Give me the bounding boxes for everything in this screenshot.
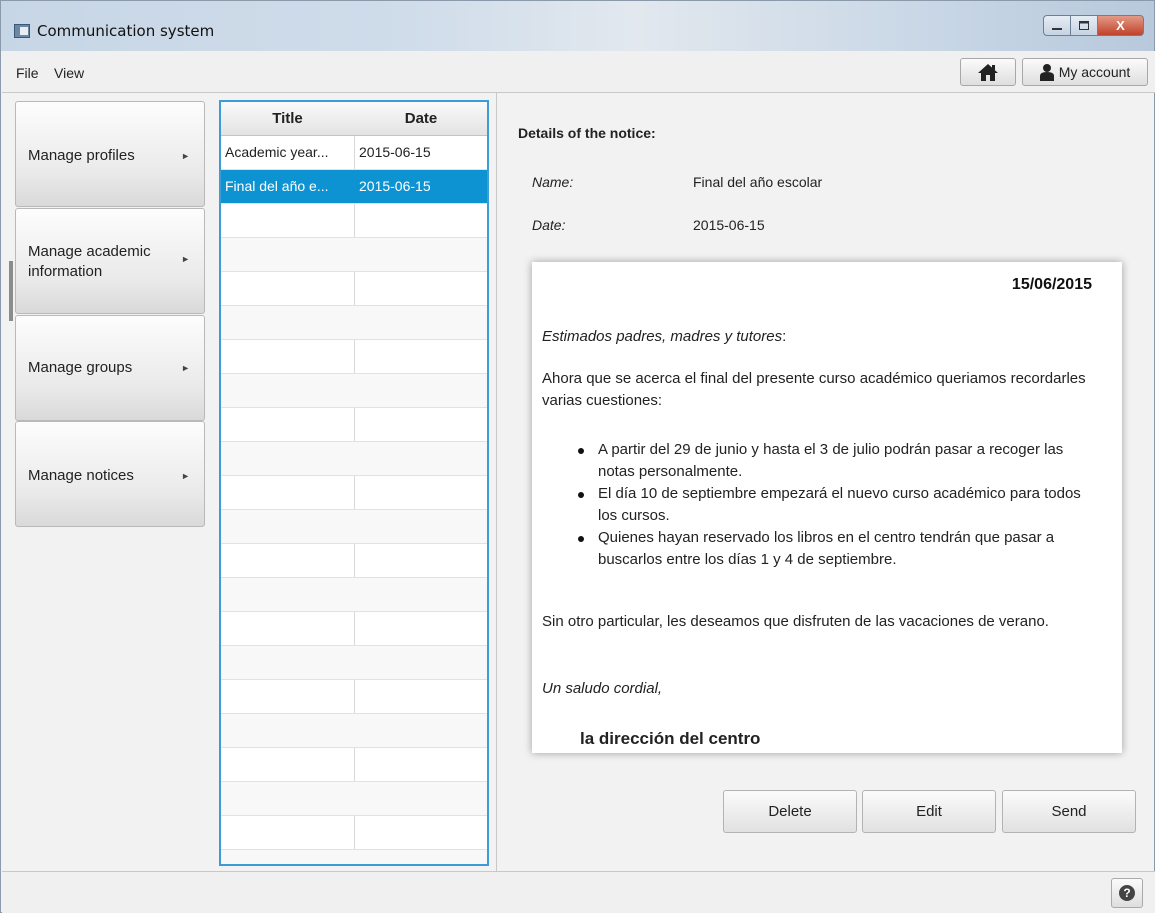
notice-greeting-colon: : <box>782 328 787 345</box>
my-account-button[interactable]: My account <box>1022 58 1148 86</box>
cell-date: 2015-06-15 <box>359 178 431 194</box>
table-row[interactable] <box>221 306 487 340</box>
table-header: Title Date <box>221 102 487 136</box>
notices-table[interactable]: Title Date Academic year... 2015-06-15 Fin… <box>219 100 489 866</box>
delete-button[interactable]: Delete <box>723 790 857 833</box>
bullet-text: A partir del 29 de junio y hasta el 3 de… <box>598 441 1064 480</box>
cell-title: Final del año e... <box>225 178 329 194</box>
column-header-title[interactable]: Title <box>221 102 354 136</box>
window-controls: X <box>1043 15 1144 37</box>
bullet-text: Quienes hayan reservado los libros en el… <box>598 529 1055 568</box>
maximize-button[interactable] <box>1071 15 1098 36</box>
my-account-label: My account <box>1058 64 1131 80</box>
column-header-date[interactable]: Date <box>355 102 487 136</box>
table-row[interactable] <box>221 272 487 306</box>
notice-preview[interactable]: 15/06/2015 Estimados padres, madres y tu… <box>532 262 1122 753</box>
help-button[interactable]: ? <box>1111 878 1143 908</box>
sidebar-item-label: Manage profiles <box>28 147 135 164</box>
table-row[interactable] <box>221 510 487 544</box>
table-row[interactable] <box>221 204 487 238</box>
table-row[interactable] <box>221 748 487 782</box>
menu-bar: File View My account <box>2 51 1155 93</box>
table-row[interactable] <box>221 612 487 646</box>
table-row[interactable] <box>221 578 487 612</box>
table-row[interactable]: Final del año e... 2015-06-15 <box>221 170 487 204</box>
notice-greeting: Estimados padres, madres y tutores: <box>542 328 786 345</box>
chevron-right-icon: ► <box>181 151 190 161</box>
home-icon <box>978 64 998 81</box>
sidebar-item-manage-profiles[interactable]: Manage profiles ► <box>15 101 205 207</box>
app-window: Communication system X File View My acco… <box>0 0 1155 913</box>
app-icon <box>14 24 30 38</box>
title-bar[interactable]: Communication system X <box>1 1 1154 51</box>
details-heading: Details of the notice: <box>518 125 656 141</box>
bullet-icon <box>578 448 584 454</box>
close-button[interactable]: X <box>1098 15 1144 36</box>
sidebar-item-label: Manage academic information <box>28 243 151 280</box>
notice-bullet-list: A partir del 29 de junio y hasta el 3 de… <box>542 439 1102 571</box>
table-row[interactable] <box>221 816 487 850</box>
window-title: Communication system <box>37 22 215 40</box>
cell-date: 2015-06-15 <box>359 144 431 160</box>
table-row[interactable] <box>221 408 487 442</box>
edit-button[interactable]: Edit <box>862 790 996 833</box>
table-row[interactable] <box>221 782 487 816</box>
menu-view[interactable]: View <box>54 65 84 81</box>
bullet-icon <box>578 536 584 542</box>
table-row[interactable] <box>221 238 487 272</box>
sidebar-item-manage-academic-information[interactable]: Manage academic information ► <box>15 208 205 314</box>
sidebar-item-manage-groups[interactable]: Manage groups ► <box>15 315 205 421</box>
sidebar-item-label: Manage notices <box>28 467 134 484</box>
sidebar-item-manage-notices[interactable]: Manage notices ► <box>15 421 205 527</box>
cell-title: Academic year... <box>225 144 329 160</box>
chevron-right-icon: ► <box>181 363 190 373</box>
table-row[interactable] <box>221 374 487 408</box>
table-row[interactable]: Academic year... 2015-06-15 <box>221 136 487 170</box>
notice-greeting-text: Estimados padres, madres y tutores <box>542 328 783 345</box>
date-label: Date: <box>532 217 566 233</box>
help-icon: ? <box>1119 885 1135 901</box>
list-item: El día 10 de septiembre empezará el nuev… <box>542 483 1102 527</box>
notice-closing: Un saludo cordial, <box>542 680 663 697</box>
list-item: Quienes hayan reservado los libros en el… <box>542 527 1102 571</box>
table-row[interactable] <box>221 680 487 714</box>
sidebar-scroll-handle[interactable] <box>9 261 13 321</box>
notice-date: 15/06/2015 <box>1011 276 1092 293</box>
table-row[interactable] <box>221 476 487 510</box>
notice-paragraph: Ahora que se acerca el final del present… <box>542 370 1086 409</box>
list-item: A partir del 29 de junio y hasta el 3 de… <box>542 439 1102 483</box>
chevron-right-icon: ► <box>181 471 190 481</box>
name-label: Name: <box>532 174 574 190</box>
table-row[interactable] <box>221 442 487 476</box>
table-row[interactable] <box>221 340 487 374</box>
minimize-button[interactable] <box>1043 15 1071 36</box>
sidebar-item-label: Manage groups <box>28 359 133 376</box>
table-row[interactable] <box>221 850 487 864</box>
name-value: Final del año escolar <box>693 174 823 190</box>
menu-file[interactable]: File <box>16 65 39 81</box>
user-icon <box>1039 64 1054 81</box>
status-bar: ? <box>2 871 1155 913</box>
date-value: 2015-06-15 <box>693 217 765 233</box>
close-icon: X <box>1116 18 1125 33</box>
home-button[interactable] <box>960 58 1016 86</box>
notice-signature: la dirección del centro <box>580 729 761 748</box>
maximize-icon <box>1079 20 1089 30</box>
chevron-right-icon: ► <box>181 254 190 264</box>
table-row[interactable] <box>221 544 487 578</box>
bullet-text: El día 10 de septiembre empezará el nuev… <box>598 485 1081 524</box>
send-button[interactable]: Send <box>1002 790 1136 833</box>
notice-paragraph: Sin otro particular, les deseamos que di… <box>542 613 1049 630</box>
table-row[interactable] <box>221 646 487 680</box>
split-divider[interactable] <box>496 93 497 871</box>
minimize-icon <box>1052 27 1062 30</box>
bullet-icon <box>578 492 584 498</box>
table-row[interactable] <box>221 714 487 748</box>
